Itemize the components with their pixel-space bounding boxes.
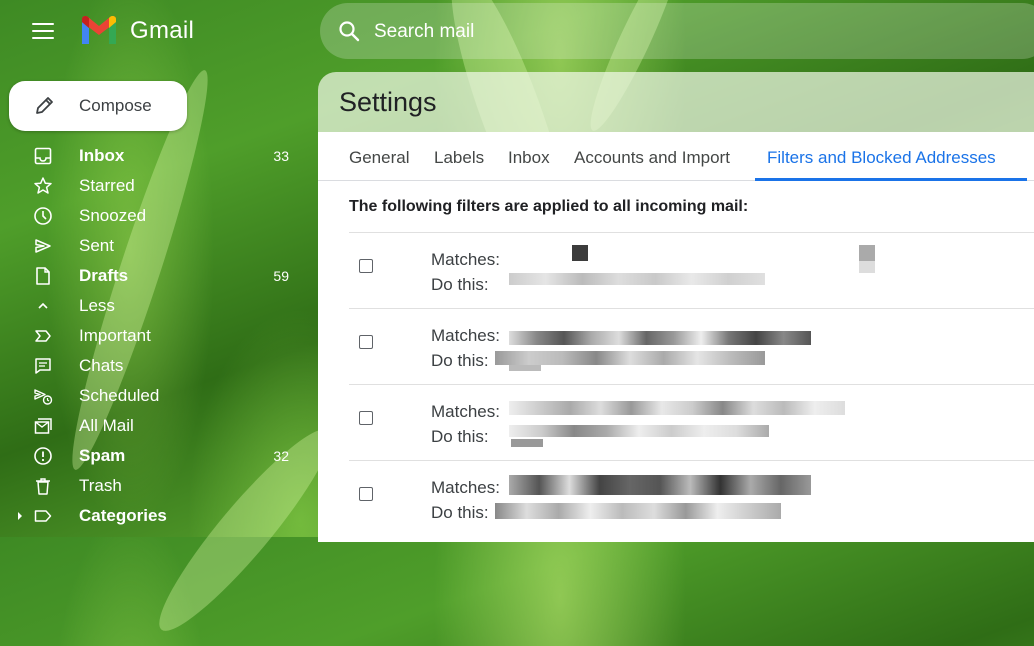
draft-icon (36, 267, 50, 285)
sidebar-item-label: Drafts (79, 266, 129, 285)
sidebar-item-drafts[interactable]: Drafts 59 (0, 261, 318, 291)
inbox-icon (34, 147, 52, 165)
gmail-logo[interactable]: Gmail (80, 16, 194, 46)
sidebar-item-label: Starred (79, 176, 135, 195)
filter-row: Matches: Do this: (349, 460, 1034, 537)
page-title: Settings (339, 87, 437, 117)
chevron-up-icon (38, 302, 48, 309)
sidebar-item-label: Important (79, 326, 151, 345)
label-icon (34, 510, 52, 522)
matches-label: Matches: (431, 402, 500, 421)
tab-inbox[interactable]: Inbox (508, 148, 550, 168)
sidebar-item-chats[interactable]: Chats (0, 351, 318, 381)
spam-icon (34, 447, 52, 465)
menu-icon (32, 23, 54, 25)
sidebar-item-scheduled[interactable]: Scheduled (0, 381, 318, 411)
sidebar-item-important[interactable]: Important (0, 321, 318, 351)
pencil-icon (36, 97, 53, 114)
scheduled-send-icon (34, 389, 53, 405)
tab-accounts-and-import[interactable]: Accounts and Import (574, 148, 730, 168)
filter-row: Matches: Do this: (349, 308, 1034, 385)
trash-icon (36, 478, 50, 495)
search-input[interactable]: Search mail (374, 21, 474, 43)
matches-label: Matches: (431, 326, 500, 345)
compose-label: Compose (79, 96, 152, 115)
sidebar-item-snoozed[interactable]: Snoozed (0, 201, 318, 231)
sidebar-item-label: Scheduled (79, 386, 160, 405)
action-label: Do this: (431, 275, 489, 294)
menu-icon-bar (32, 30, 54, 32)
filter-checkbox[interactable] (359, 487, 373, 501)
clock-icon (34, 207, 52, 225)
sidebar-item-label: Inbox (79, 146, 125, 165)
gmail-logo-text: Gmail (130, 17, 195, 44)
sidebar-item-label: Trash (79, 476, 122, 495)
sidebar-nav: Inbox 33 Starred Snoozed Sent Drafts 59 … (0, 141, 318, 531)
sidebar-item-label: Spam (79, 446, 126, 465)
filters-heading: The following filters are applied to all… (349, 198, 749, 215)
action-label: Do this: (431, 503, 489, 522)
tab-general[interactable]: General (349, 148, 409, 168)
settings-header: Settings (318, 72, 1034, 132)
draft-count: 59 (273, 268, 289, 284)
search-bar[interactable]: Search mail (320, 3, 1034, 59)
settings-body: General Labels Inbox Accounts and Import… (318, 132, 1034, 542)
sidebar-item-label: Snoozed (79, 206, 147, 225)
gmail-logo-icon (82, 16, 116, 44)
expand-arrow-icon[interactable] (16, 510, 24, 522)
sidebar-item-label: All Mail (79, 416, 134, 435)
sidebar-item-categories[interactable]: Categories (0, 501, 318, 531)
action-label: Do this: (431, 427, 489, 446)
sidebar-item-less[interactable]: Less (0, 291, 318, 321)
sidebar-item-inbox[interactable]: Inbox 33 (0, 141, 318, 171)
settings-tabs: General Labels Inbox Accounts and Import… (318, 132, 1034, 181)
star-icon (34, 177, 52, 194)
sidebar-item-label: Sent (79, 236, 114, 255)
search-icon[interactable] (338, 20, 360, 42)
main-menu-button[interactable] (30, 20, 56, 44)
filter-checkbox[interactable] (359, 411, 373, 425)
sidebar-item-label: Chats (79, 356, 124, 375)
sidebar-item-sent[interactable]: Sent (0, 231, 318, 261)
filter-row: Matches: Do this: (349, 384, 1034, 461)
active-tab-indicator (755, 178, 1027, 181)
tab-filters-and-blocked-addresses[interactable]: Filters and Blocked Addresses (767, 148, 996, 168)
action-label: Do this: (431, 351, 489, 370)
compose-button[interactable]: Compose (9, 81, 187, 131)
filter-checkbox[interactable] (359, 335, 373, 349)
filter-row: Matches: Do this: (349, 232, 1034, 309)
sidebar-item-trash[interactable]: Trash (0, 471, 318, 501)
sidebar-item-label: Categories (79, 506, 167, 525)
tab-labels[interactable]: Labels (434, 148, 484, 168)
send-icon (35, 239, 51, 253)
matches-label: Matches: (431, 478, 500, 497)
all-mail-icon (34, 418, 52, 434)
chat-icon (35, 358, 51, 374)
unread-count: 33 (273, 148, 289, 164)
sidebar-item-spam[interactable]: Spam 32 (0, 441, 318, 471)
menu-icon-bar (32, 37, 54, 39)
spam-count: 32 (273, 448, 289, 464)
filter-checkbox[interactable] (359, 259, 373, 273)
settings-panel: Settings General Labels Inbox Accounts a… (318, 72, 1034, 542)
sidebar-item-starred[interactable]: Starred (0, 171, 318, 201)
sidebar-item-label: Less (79, 296, 115, 315)
sidebar-item-all-mail[interactable]: All Mail (0, 411, 318, 441)
important-icon (35, 330, 51, 342)
matches-label: Matches: (431, 250, 500, 269)
